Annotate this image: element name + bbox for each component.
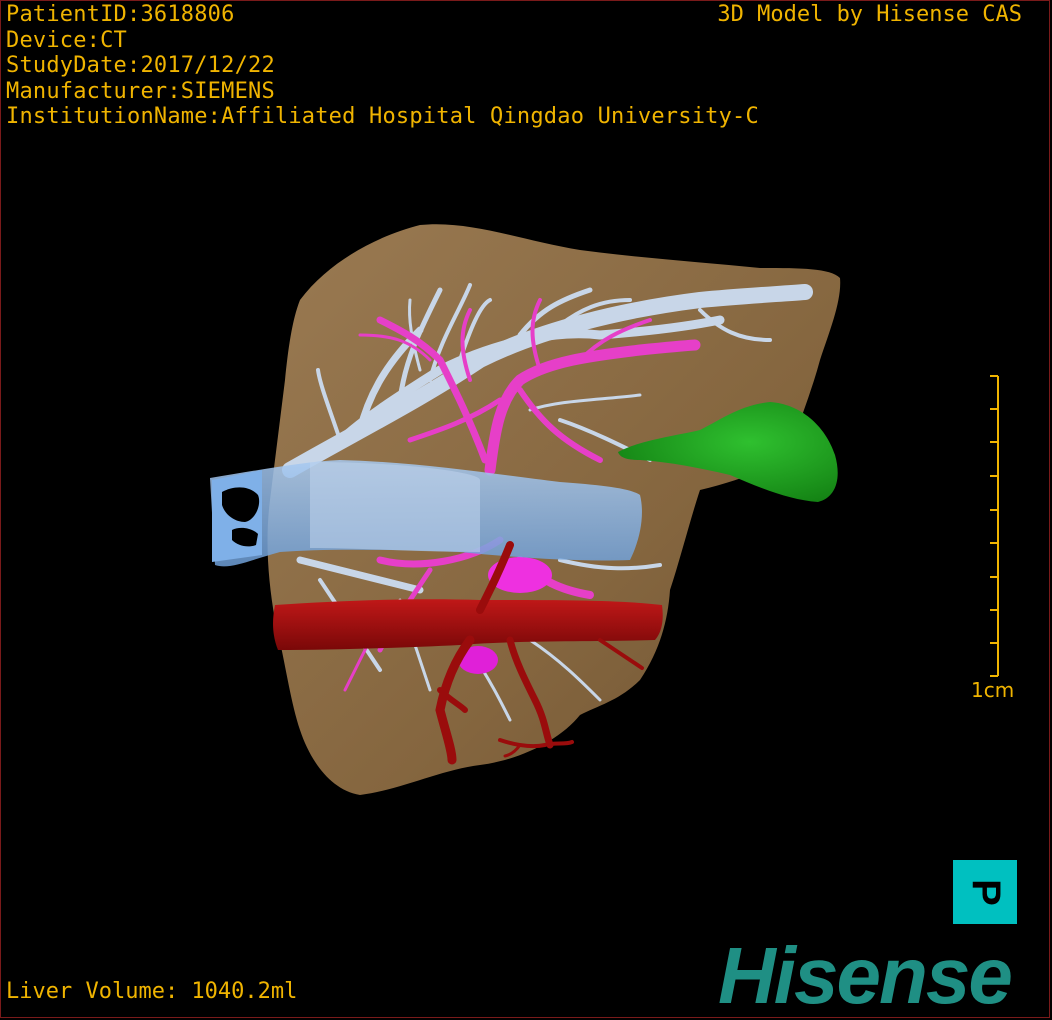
hisense-logo: Hisense [718,931,1013,1020]
device-label: Device:CT [6,27,128,53]
study-date-label: StudyDate:2017/12/22 [6,53,275,78]
manufacturer-label: Manufacturer:SIEMENS [6,78,275,104]
scale-bar-label: 1cm [971,678,1015,702]
3d-liver-model[interactable] [0,0,1052,1020]
scale-bar [990,375,999,677]
patient-info-overlay: PatientID:3618806 Device:CT StudyDate:20… [6,2,759,130]
model-credit-label: 3D Model by Hisense CAS [717,2,1022,27]
orientation-button[interactable]: P [953,860,1017,924]
institution-label: InstitutionName:Affiliated Hospital Qing… [6,104,759,129]
patient-id-label: PatientID:3618806 [6,2,235,27]
liver-volume-label: Liver Volume: 1040.2ml [6,979,298,1004]
orientation-label: P [963,878,1008,906]
